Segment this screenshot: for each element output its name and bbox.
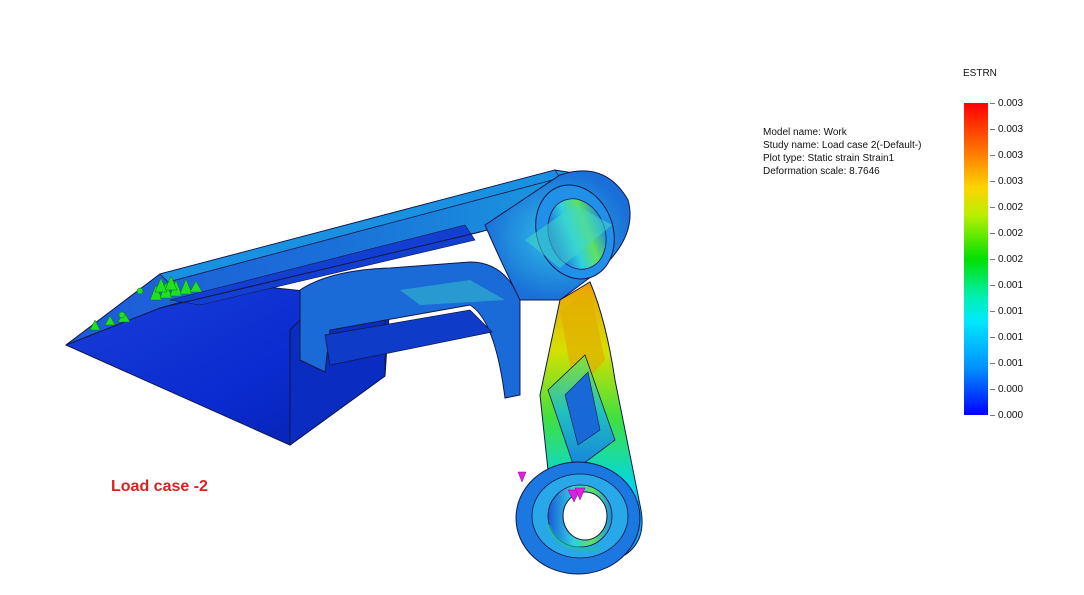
graphics-viewport[interactable]: Model name: Work Study name: Load case 2… [0,0,1084,595]
load-case-caption: Load case -2 [111,478,208,495]
legend-tick-label: 0.003 [990,124,1023,135]
legend-tick-label: 0.000 [990,410,1023,421]
legend-tick-label: 0.001 [990,280,1023,291]
legend-tick-label: 0.000 [990,384,1023,395]
legend-tick-label: 0.003 [990,150,1023,161]
legend-tick-label: 0.003 [990,176,1023,187]
study-info-panel: Model name: Work Study name: Load case 2… [763,126,921,178]
model-name-text: Model name: Work [763,127,847,138]
legend-color-bar [964,103,988,415]
deformation-scale-text: Deformation scale: 8.7646 [763,166,880,177]
legend-tick-label: 0.002 [990,254,1023,265]
legend-tick-label: 0.002 [990,202,1023,213]
plot-type-text: Plot type: Static strain Strain1 [763,153,895,164]
legend-tick-label: 0.002 [990,228,1023,239]
legend-tick-labels: 0.003 0.003 0.003 0.003 0.002 0.002 0.002 0.001… [990,98,1050,421]
study-name-text: Study name: Load case 2(-Default-) [763,140,922,151]
fea-strain-model[interactable] [0,0,1084,595]
legend-title: ESTRN [963,68,997,79]
legend-tick-label: 0.001 [990,332,1023,343]
legend-tick-label: 0.001 [990,358,1023,369]
legend-tick-label: 0.001 [990,306,1023,317]
legend-tick-label: 0.003 [990,98,1023,109]
